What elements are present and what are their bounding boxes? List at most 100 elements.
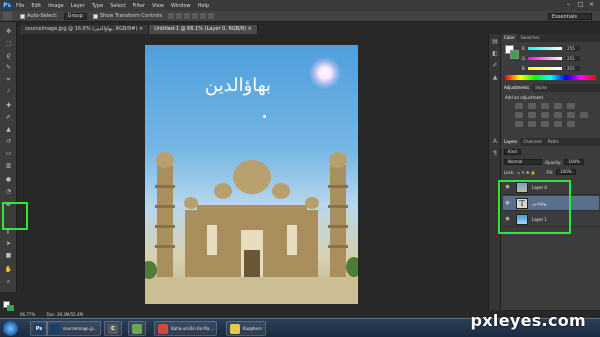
channel-mixer-icon[interactable] — [567, 112, 575, 118]
path-select-tool-icon[interactable]: ➤ — [4, 240, 13, 248]
taskbar-browser[interactable]: Baha-ud-Din Ka Ma... — [154, 321, 218, 336]
folder-icon — [230, 323, 240, 334]
tab-paths[interactable]: Paths — [545, 138, 562, 146]
zoom-level[interactable]: 66.77% — [20, 312, 35, 317]
gradient-tool-icon[interactable]: ▥ — [4, 162, 13, 170]
color-spectrum[interactable] — [505, 75, 596, 80]
properties-icon[interactable]: ◧ — [491, 50, 499, 57]
tab-swatches[interactable]: Swatches — [517, 34, 542, 42]
kind-filter-dropdown[interactable]: Kind — [504, 149, 521, 155]
lock-label: Lock: — [504, 169, 515, 175]
blue-slider[interactable] — [528, 66, 562, 70]
menu-window[interactable]: Window — [171, 3, 191, 9]
color-lookup-icon[interactable] — [580, 112, 588, 118]
menu-select[interactable]: Select — [110, 3, 125, 9]
history-icon[interactable]: ▤ — [491, 38, 499, 45]
align-right-icon[interactable] — [208, 13, 215, 19]
gradient-map-icon[interactable] — [567, 121, 575, 127]
menu-type[interactable]: Type — [92, 3, 103, 9]
green-slider[interactable] — [528, 56, 562, 60]
hue-saturation-icon[interactable] — [515, 112, 523, 118]
exposure-icon[interactable] — [554, 103, 562, 109]
tab-untitled-1[interactable]: Untitled-1 @ 66.1% (Layer 0, RGB/8) × — [149, 25, 258, 34]
taskbar-folder[interactable]: Kaaphers — [226, 321, 266, 336]
threshold-icon[interactable] — [541, 121, 549, 127]
color-balance-icon[interactable] — [528, 112, 536, 118]
dodge-tool-icon[interactable]: ◔ — [4, 188, 13, 196]
workspace-dropdown[interactable]: Essentials — [548, 13, 592, 20]
opacity-field[interactable]: 100% — [564, 159, 584, 165]
menu-filter[interactable]: Filter — [133, 3, 145, 9]
start-button[interactable] — [3, 321, 18, 336]
clone-source-icon[interactable]: ▲ — [491, 74, 499, 81]
green-value-field[interactable]: 255 — [566, 55, 580, 61]
vibrance-icon[interactable] — [567, 103, 575, 109]
menu-view[interactable]: View — [152, 3, 164, 9]
posterize-icon[interactable] — [528, 121, 536, 127]
zoom-tool-icon[interactable]: ⌕ — [4, 278, 13, 286]
align-top-icon[interactable] — [168, 13, 175, 19]
lock-icons[interactable]: ▫ ✎ ✥ 🔒 — [517, 170, 543, 175]
close-icon[interactable]: × — [589, 1, 594, 8]
fill-field[interactable]: 100% — [556, 169, 576, 175]
move-tool-preset-icon[interactable] — [3, 12, 12, 20]
show-transform-checkbox[interactable] — [92, 13, 98, 19]
menu-help[interactable]: Help — [198, 3, 209, 9]
black-white-icon[interactable] — [541, 112, 549, 118]
stamp-tool-icon[interactable]: ▲ — [4, 126, 13, 134]
history-brush-tool-icon[interactable]: ↺ — [4, 138, 13, 146]
eyedropper-tool-icon[interactable]: ⁄ — [4, 88, 13, 96]
adjustments-panel-tabs: Adjustments Styles — [501, 84, 600, 92]
paragraph-icon[interactable]: ¶ — [491, 150, 499, 157]
eraser-tool-icon[interactable]: ▭ — [4, 150, 13, 158]
selective-color-icon[interactable] — [554, 121, 562, 127]
minimize-icon[interactable]: – — [567, 1, 570, 8]
crop-tool-icon[interactable]: ⌗ — [4, 76, 13, 84]
taskbar-app-green[interactable] — [128, 321, 146, 336]
tab-sourceimage[interactable]: sourceimage.jpg @ 16.6% (بهاؤالدين, RGB/… — [20, 25, 150, 34]
menu-file[interactable]: File — [16, 3, 24, 9]
photo-filter-icon[interactable] — [554, 112, 562, 118]
character-icon[interactable]: A — [491, 138, 499, 145]
align-center-icon[interactable] — [200, 13, 207, 19]
maximize-icon[interactable]: □ — [578, 1, 584, 8]
blend-mode-dropdown[interactable]: Normal — [504, 159, 542, 165]
blue-value-field[interactable]: 255 — [566, 65, 580, 71]
menu-edit[interactable]: Edit — [31, 3, 41, 9]
brush-panel-icon[interactable]: ✐ — [491, 62, 499, 69]
taskbar-app-c[interactable]: C — [104, 321, 122, 336]
color-background-swatch[interactable] — [510, 50, 519, 59]
auto-select-dropdown[interactable]: Group — [63, 12, 87, 20]
shape-tool-icon[interactable]: ■ — [4, 252, 13, 260]
align-left-icon[interactable] — [192, 13, 199, 19]
canvas-document[interactable]: بهاؤالدين — [145, 45, 358, 304]
menu-layer[interactable]: Layer — [71, 3, 85, 9]
menu-image[interactable]: Image — [48, 3, 64, 9]
healing-tool-icon[interactable]: ✚ — [4, 102, 13, 110]
red-slider[interactable] — [528, 46, 562, 50]
brush-tool-icon[interactable]: ✐ — [4, 114, 13, 122]
auto-select-label: Auto-Select: — [27, 13, 58, 19]
align-bottom-icon[interactable] — [184, 13, 191, 19]
lasso-tool-icon[interactable]: ϱ — [4, 52, 13, 60]
move-tool-icon[interactable]: ✥ — [4, 28, 13, 36]
curves-icon[interactable] — [541, 103, 549, 109]
auto-select-checkbox[interactable] — [20, 13, 25, 19]
tab-styles[interactable]: Styles — [532, 84, 550, 92]
hand-tool-icon[interactable]: ✋ — [4, 266, 13, 274]
tab-channels[interactable]: Channels — [520, 138, 545, 146]
red-value-field[interactable]: 255 — [566, 45, 580, 51]
align-middle-icon[interactable] — [176, 13, 183, 19]
status-bar: 66.77% Doc: 39.3M/55.4M — [0, 311, 480, 318]
tab-layers[interactable]: Layers — [501, 138, 521, 146]
invert-icon[interactable] — [515, 121, 523, 127]
quick-select-tool-icon[interactable]: ✎ — [4, 64, 13, 72]
tab-adjustments[interactable]: Adjustments — [501, 84, 533, 92]
brightness-contrast-icon[interactable] — [515, 103, 523, 109]
taskbar-sourceimage[interactable]: sourceimage.jp... — [46, 321, 102, 336]
blur-tool-icon[interactable]: ● — [4, 176, 13, 184]
tab-color[interactable]: Color — [501, 34, 518, 42]
lock-row: Lock: ▫ ✎ ✥ 🔒 Fill: 100% — [504, 168, 576, 176]
levels-icon[interactable] — [528, 103, 536, 109]
marquee-tool-icon[interactable]: ⬚ — [4, 40, 13, 48]
